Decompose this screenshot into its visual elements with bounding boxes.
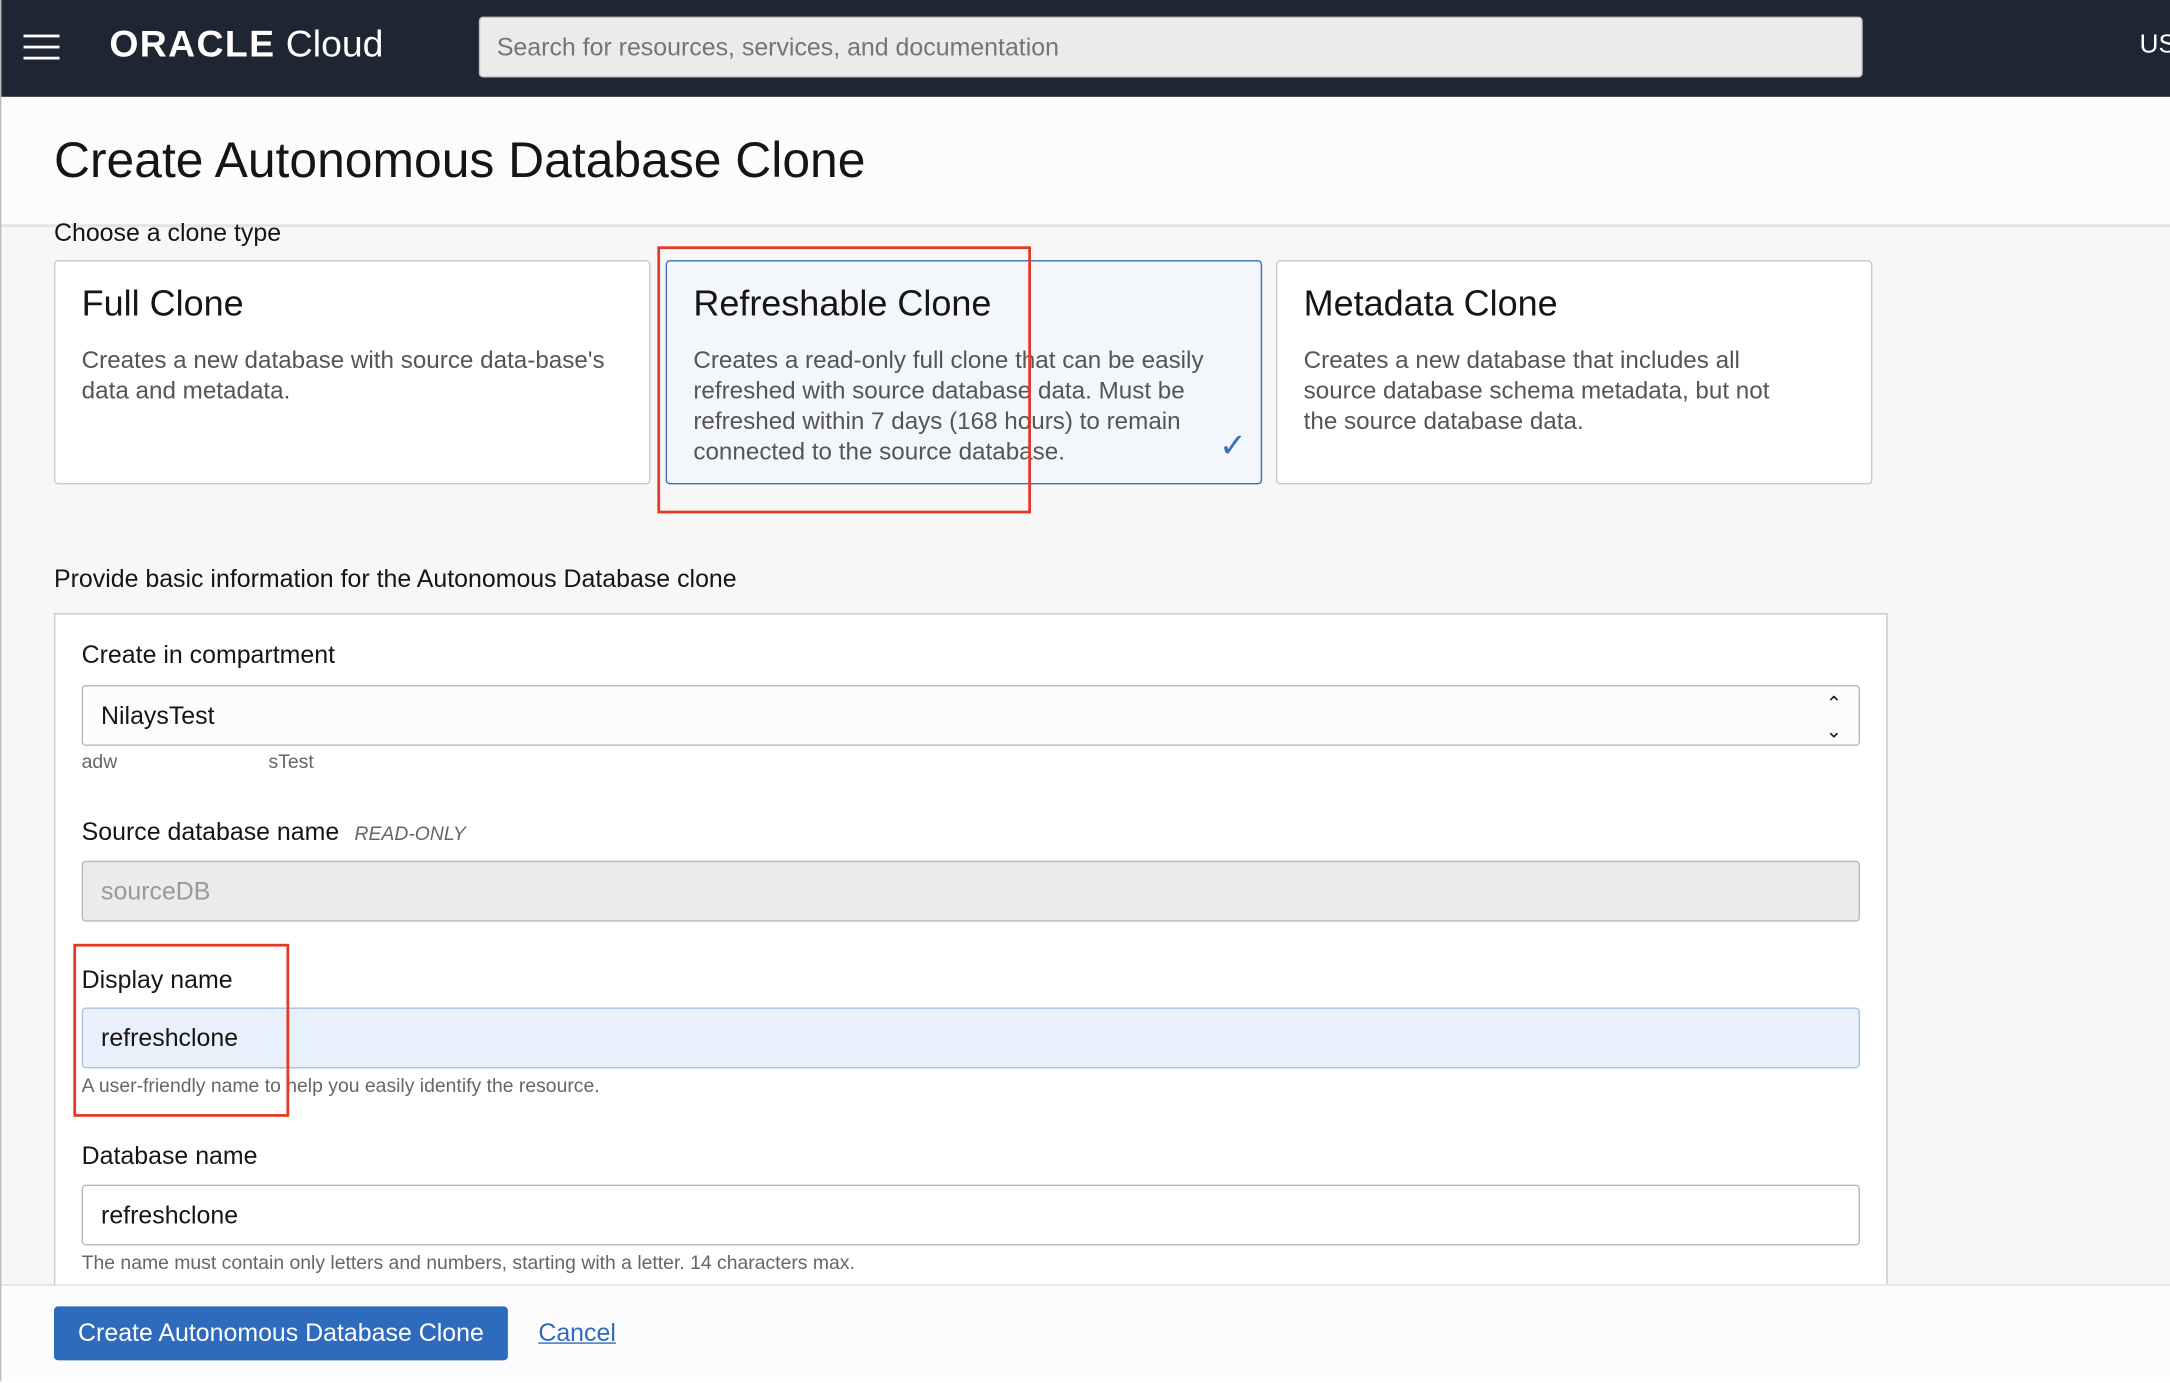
hamburger-menu-icon[interactable]: [23, 34, 60, 63]
compartment-label: Create in compartment: [81, 640, 336, 669]
clone-type-card-full[interactable]: Full Clone Creates a new database with s…: [53, 260, 651, 485]
source-db-field: sourceDB: [81, 860, 1860, 922]
compartment-select[interactable]: NilaysTest ⌃ ⌄: [81, 685, 1860, 746]
select-chevron-icon: ⌃ ⌄: [1825, 691, 1842, 742]
cancel-link[interactable]: Cancel: [538, 1319, 616, 1348]
page-title: Create Autonomous Database Clone: [53, 131, 866, 189]
card-description: Creates a new database with source data-…: [81, 345, 605, 405]
clone-type-label: Choose a clone type: [53, 218, 282, 247]
region-selector[interactable]: US: [2140, 30, 2170, 60]
clone-type-card-metadata[interactable]: Metadata Clone Creates a new database th…: [1275, 260, 1873, 485]
read-only-badge: READ-ONLY: [354, 822, 466, 845]
search-input[interactable]: [478, 16, 1863, 78]
compartment-value: NilaysTest: [101, 701, 215, 730]
card-title: Metadata Clone: [1303, 282, 1558, 324]
source-db-label: Source database name READ-ONLY: [82, 818, 466, 847]
compartment-path-right: sTest: [268, 750, 314, 773]
display-name-input[interactable]: refreshclone: [81, 1007, 1860, 1069]
oci-console: ORACLE Cloud US Create Autonomous Databa…: [0, 0, 2170, 1383]
oracle-cloud-logo[interactable]: ORACLE Cloud: [109, 24, 383, 67]
basic-info-label: Provide basic information for the Autono…: [53, 564, 737, 593]
card-title: Full Clone: [81, 282, 244, 324]
card-description: Creates a new database that includes all…: [1303, 345, 1770, 435]
checkmark-icon: ✓: [1219, 427, 1247, 465]
highlight-annotation: [73, 943, 290, 1117]
compartment-path-left: adw: [81, 750, 118, 773]
source-db-label-text: Source database name: [81, 817, 340, 846]
logo-brand: ORACLE: [109, 23, 276, 66]
highlight-annotation: [657, 246, 1032, 514]
create-clone-button[interactable]: Create Autonomous Database Clone: [53, 1306, 508, 1361]
database-name-help: The name must contain only letters and n…: [81, 1251, 855, 1274]
database-name-label: Database name: [81, 1141, 258, 1170]
logo-product: Cloud: [285, 23, 384, 66]
database-name-input[interactable]: refreshclone: [81, 1184, 1860, 1246]
